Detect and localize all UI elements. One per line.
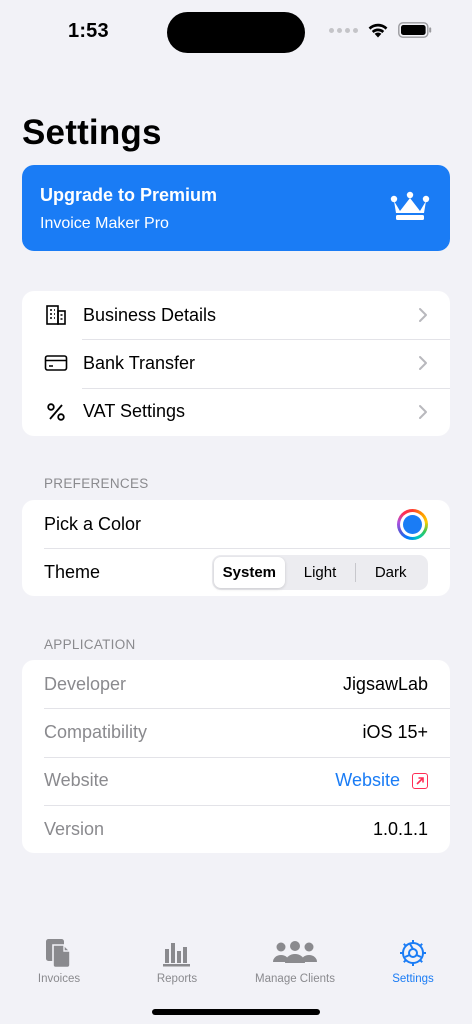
tab-manage-clients[interactable]: Manage Clients [236, 937, 354, 985]
version-value: 1.0.1.1 [372, 818, 428, 839]
vat-settings-row[interactable]: VAT Settings [22, 387, 450, 436]
building-icon [44, 303, 68, 327]
preferences-card: Pick a Color Theme System Light Dark [22, 500, 450, 596]
tab-reports[interactable]: Reports [118, 937, 236, 985]
external-link-icon [412, 772, 428, 789]
tab-label: Manage Clients [255, 973, 335, 985]
tab-settings[interactable]: Settings [354, 937, 472, 985]
version-label: Version [44, 818, 105, 839]
status-icons [329, 22, 432, 38]
preferences-header: PREFERENCES [44, 476, 149, 491]
selected-color-swatch [403, 515, 422, 534]
status-bar: 1:53 [0, 0, 472, 64]
developer-label: Developer [44, 673, 127, 694]
website-label: Website [44, 770, 109, 791]
compatibility-label: Compatibility [44, 721, 148, 742]
crown-icon [390, 191, 430, 220]
pick-color-label: Pick a Color [44, 513, 142, 534]
tab-label: Reports [156, 973, 198, 985]
vat-settings-label: VAT Settings [83, 401, 186, 422]
business-settings-card: Business Details Bank Transfer VAT Setti… [22, 291, 450, 436]
dynamic-island [167, 12, 305, 53]
upgrade-premium-card[interactable]: Upgrade to Premium Invoice Maker Pro [22, 165, 450, 251]
status-time: 1:53 [68, 20, 109, 42]
cellular-signal-icon [329, 27, 358, 33]
version-row: Version 1.0.1.1 [22, 804, 450, 853]
application-card: Developer JigsawLab Compatibility iOS 15… [22, 660, 450, 853]
premium-title: Upgrade to Premium [40, 185, 218, 205]
tab-label: Invoices [37, 973, 81, 985]
website-link-text: Website [335, 770, 400, 791]
chevron-right-icon [419, 356, 427, 371]
bank-transfer-row[interactable]: Bank Transfer [22, 339, 450, 387]
home-indicator [152, 1009, 320, 1015]
business-details-row[interactable]: Business Details [22, 291, 450, 339]
premium-subtitle: Invoice Maker Pro [40, 215, 169, 232]
color-picker-well[interactable] [397, 509, 428, 540]
theme-option-dark[interactable]: Dark [355, 557, 426, 588]
theme-option-light[interactable]: Light [285, 557, 356, 588]
theme-segmented-control: System Light Dark [212, 555, 428, 591]
application-header: APPLICATION [44, 637, 136, 652]
gear-icon [398, 937, 428, 969]
website-row: Website Website [22, 756, 450, 805]
people-icon [271, 937, 319, 969]
bank-transfer-label: Bank Transfer [83, 352, 196, 373]
tab-invoices[interactable]: Invoices [0, 937, 118, 985]
theme-row: Theme System Light Dark [22, 548, 450, 596]
percent-icon [44, 400, 68, 424]
business-details-label: Business Details [83, 304, 217, 325]
documents-icon [44, 937, 74, 969]
pick-color-row[interactable]: Pick a Color [22, 500, 450, 548]
developer-value: JigsawLab [342, 673, 428, 694]
chevron-right-icon [419, 308, 427, 322]
website-link[interactable]: Website [335, 770, 428, 791]
theme-option-system[interactable]: System [214, 557, 285, 589]
developer-row: Developer JigsawLab [22, 660, 450, 708]
theme-label: Theme [44, 561, 101, 582]
compatibility-row: Compatibility iOS 15+ [22, 708, 450, 756]
chevron-right-icon [419, 404, 427, 419]
page-title: Settings [22, 113, 162, 152]
compatibility-value: iOS 15+ [362, 721, 428, 742]
wifi-icon [368, 23, 388, 38]
bar-chart-icon [162, 937, 192, 969]
tab-label: Settings [392, 973, 434, 985]
card-icon [44, 351, 68, 375]
battery-icon [398, 22, 432, 38]
